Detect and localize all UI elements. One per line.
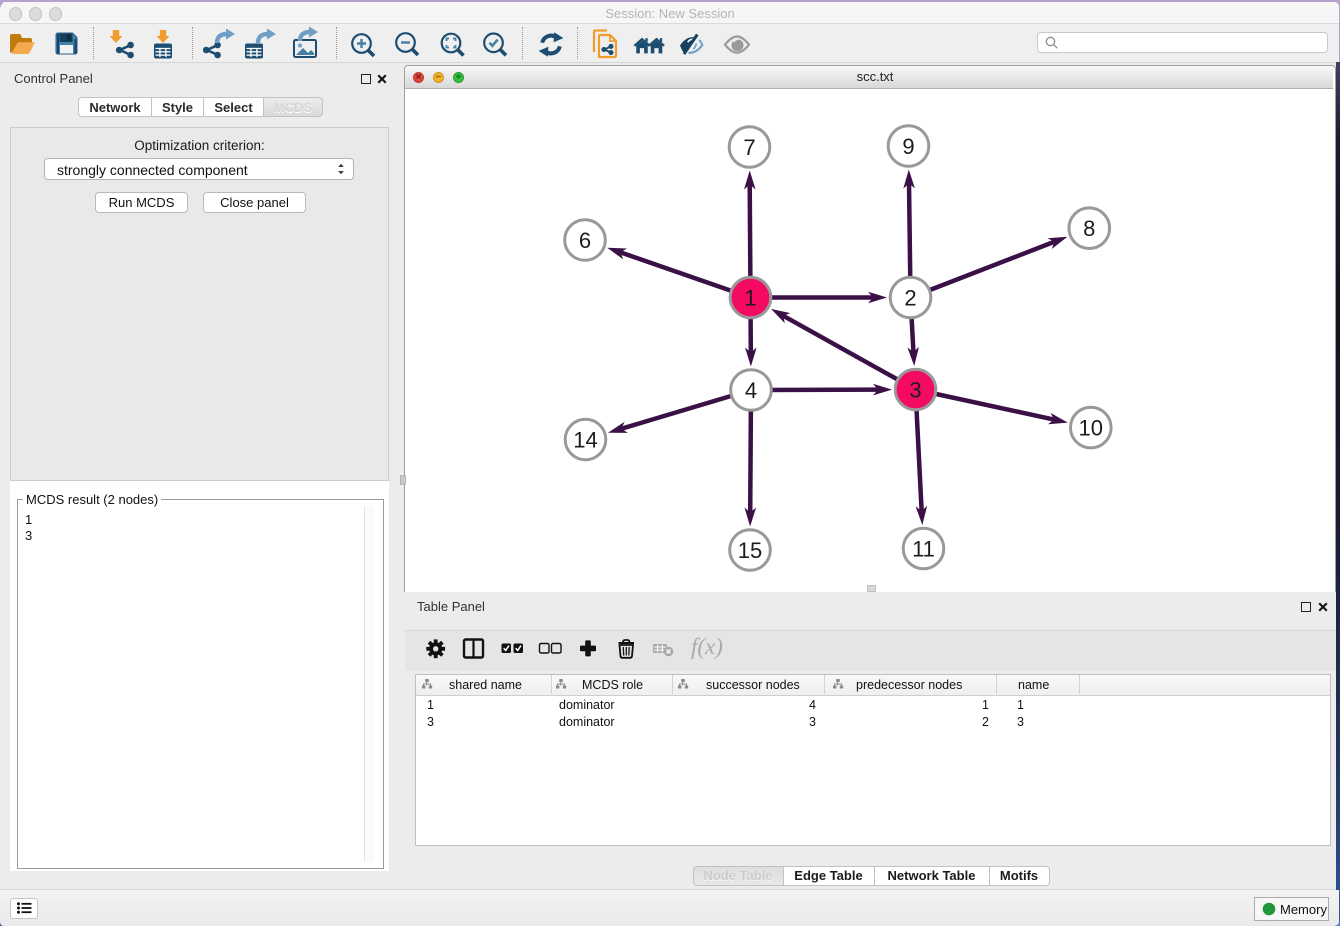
svg-text:f(x): f(x) [691,634,723,659]
